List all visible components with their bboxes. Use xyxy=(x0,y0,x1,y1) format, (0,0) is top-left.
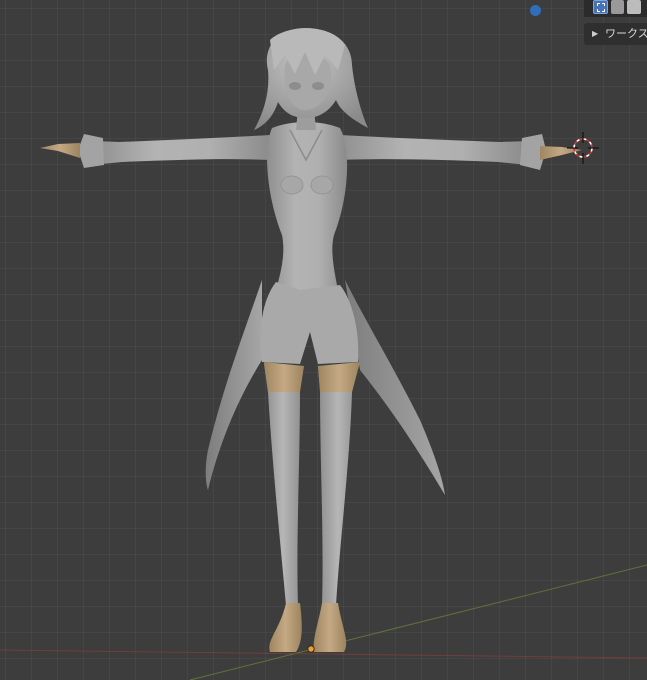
right-arm xyxy=(338,134,582,170)
blue-dot-icon xyxy=(530,5,541,16)
header-toolbar xyxy=(584,0,647,17)
workspace-panel[interactable]: ▶ ワークス xyxy=(584,23,647,45)
3d-viewport[interactable] xyxy=(0,0,647,680)
object-origin-icon xyxy=(307,645,315,653)
triangle-right-icon[interactable]: ▶ xyxy=(592,23,598,45)
mode-icon[interactable] xyxy=(627,0,641,14)
mode-icon[interactable] xyxy=(611,0,624,14)
y-axis-line xyxy=(189,564,647,680)
shorts xyxy=(260,282,359,364)
workspace-label: ワークス xyxy=(605,27,647,40)
torso xyxy=(267,122,348,290)
left-leg xyxy=(264,362,304,652)
right-leg xyxy=(313,362,360,652)
select-box-icon[interactable] xyxy=(593,0,608,14)
viewport-scene xyxy=(0,28,647,680)
3d-cursor-icon[interactable] xyxy=(567,132,599,164)
left-arm xyxy=(40,134,272,168)
head xyxy=(254,28,368,130)
